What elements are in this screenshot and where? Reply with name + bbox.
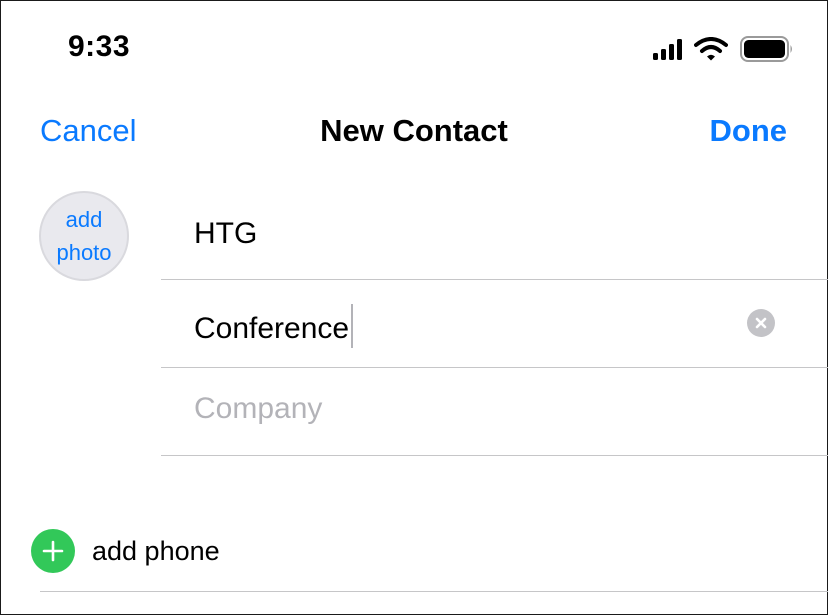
done-button[interactable]: Done [710, 113, 788, 149]
last-name-value-wrap: Conference [194, 304, 354, 348]
signal-icon [653, 38, 682, 60]
page-title: New Contact [320, 113, 508, 148]
first-name-field[interactable]: HTG [161, 191, 828, 279]
first-name-value: HTG [194, 217, 258, 250]
divider [161, 455, 828, 456]
company-placeholder: Company [194, 392, 323, 425]
text-cursor [351, 304, 354, 348]
status-icons [653, 36, 794, 62]
add-photo-label-line1: add [65, 207, 103, 232]
cancel-button[interactable]: Cancel [40, 113, 137, 149]
add-photo-label: add photo [49, 203, 119, 269]
wifi-icon [694, 37, 728, 61]
battery-icon [740, 36, 792, 62]
add-photo-button[interactable]: add photo [39, 191, 129, 281]
divider [40, 591, 828, 592]
clear-icon[interactable] [747, 309, 775, 337]
plus-icon [31, 529, 75, 573]
last-name-field[interactable]: Conference [161, 280, 828, 368]
last-name-value: Conference [194, 312, 350, 345]
status-time: 9:33 [68, 30, 131, 63]
add-phone-label: add phone [92, 535, 220, 566]
add-photo-label-line2: photo [56, 240, 112, 265]
company-field[interactable]: Company [161, 368, 828, 456]
add-phone-button[interactable]: add phone [31, 529, 220, 573]
